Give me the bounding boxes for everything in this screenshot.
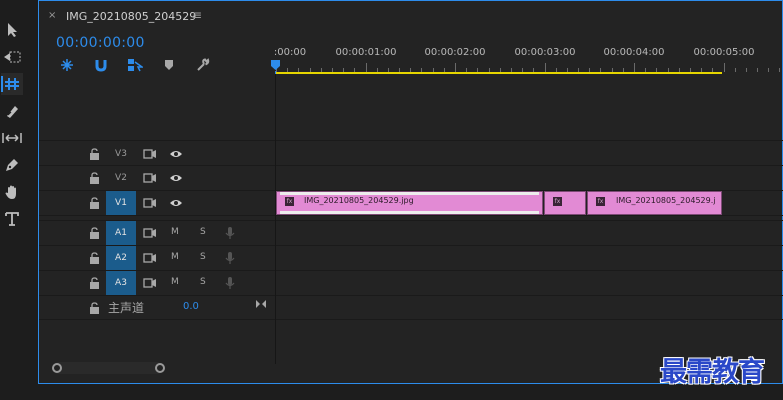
nest-toggle-button[interactable] bbox=[59, 57, 75, 73]
eye-icon[interactable] bbox=[169, 172, 183, 184]
track-row-a1: A1 M S bbox=[39, 221, 275, 245]
clip-selection-edge bbox=[280, 192, 539, 195]
track-select-icon bbox=[4, 51, 21, 63]
pen-icon bbox=[6, 159, 18, 171]
ruler-tick-label: :00:00 bbox=[273, 47, 307, 58]
ruler-tick-label: 00:00:05:00 bbox=[693, 47, 755, 58]
time-ruler[interactable] bbox=[276, 63, 783, 72]
add-marker-button[interactable] bbox=[161, 57, 177, 73]
ripple-edit-tool[interactable] bbox=[1, 73, 23, 95]
lock-icon[interactable] bbox=[89, 277, 100, 289]
tab-close-button[interactable]: × bbox=[48, 10, 56, 21]
track-row-v2: V2 bbox=[39, 166, 275, 190]
clip-name: IMG_20210805_204529.j bbox=[616, 196, 716, 205]
video-clip[interactable]: fx bbox=[544, 191, 586, 215]
track-row-a2: A2 M S bbox=[39, 246, 275, 270]
tab-sequence-title[interactable]: IMG_20210805_204529 bbox=[66, 10, 196, 23]
razor-icon bbox=[7, 106, 18, 118]
type-icon bbox=[5, 212, 19, 226]
solo-button[interactable]: S bbox=[200, 252, 206, 262]
linked-selection-icon bbox=[128, 59, 143, 72]
ruler-tick-label: 00:00:01:00 bbox=[335, 47, 397, 58]
timeline-panel: × IMG_20210805_204529 ≡ 00:00:00:00 :00:… bbox=[38, 0, 783, 384]
type-tool[interactable] bbox=[1, 208, 23, 230]
eye-icon[interactable] bbox=[169, 197, 183, 209]
sync-lock-icon[interactable] bbox=[143, 252, 157, 264]
lock-icon[interactable] bbox=[89, 252, 100, 264]
microphone-icon[interactable] bbox=[225, 251, 235, 265]
pen-tool[interactable] bbox=[1, 154, 23, 176]
snap-button[interactable] bbox=[93, 57, 109, 73]
wrench-icon bbox=[197, 58, 210, 71]
zoom-handle-right[interactable] bbox=[155, 363, 165, 373]
razor-tool[interactable] bbox=[1, 100, 23, 122]
track-row-v1: V1 bbox=[39, 191, 275, 215]
track-label-v2[interactable]: V2 bbox=[106, 166, 136, 190]
track-row-a3: A3 M S bbox=[39, 271, 275, 295]
mute-button[interactable]: M bbox=[171, 277, 179, 287]
marker-icon bbox=[165, 60, 173, 70]
clip-selection-edge bbox=[280, 211, 539, 214]
track-label-a2[interactable]: A2 bbox=[106, 246, 136, 270]
slip-icon bbox=[2, 133, 22, 143]
go-to-end-icon[interactable] bbox=[255, 299, 267, 309]
playhead-handle[interactable] bbox=[271, 60, 280, 70]
track-label-v1[interactable]: V1 bbox=[106, 191, 136, 215]
sync-lock-icon[interactable] bbox=[143, 277, 157, 289]
master-volume-value[interactable]: 0.0 bbox=[183, 301, 199, 312]
track-label-a3[interactable]: A3 bbox=[106, 271, 136, 295]
fx-badge-icon: fx bbox=[285, 197, 294, 206]
selection-icon bbox=[8, 23, 17, 37]
video-clip[interactable]: fx IMG_20210805_204529.jpg bbox=[276, 191, 543, 215]
snowflake-nest-icon bbox=[61, 59, 73, 71]
lock-icon[interactable] bbox=[89, 148, 100, 160]
playhead-timecode[interactable]: 00:00:00:00 bbox=[56, 35, 145, 51]
sync-lock-icon[interactable] bbox=[143, 172, 157, 184]
lock-icon[interactable] bbox=[89, 172, 100, 184]
mute-button[interactable]: M bbox=[171, 227, 179, 237]
magnet-icon bbox=[95, 60, 107, 72]
microphone-icon[interactable] bbox=[225, 226, 235, 240]
tab-menu-button[interactable]: ≡ bbox=[192, 8, 202, 22]
lock-icon[interactable] bbox=[89, 227, 100, 239]
fx-badge-icon: fx bbox=[596, 197, 605, 206]
zoom-handle-left[interactable] bbox=[52, 363, 62, 373]
timeline-settings-button[interactable] bbox=[195, 57, 211, 73]
master-track-label: 主声道 bbox=[108, 301, 145, 315]
track-label-a1[interactable]: A1 bbox=[106, 221, 136, 245]
mute-button[interactable]: M bbox=[171, 252, 179, 262]
microphone-icon[interactable] bbox=[225, 276, 235, 290]
ruler-tick-label: 00:00:03:00 bbox=[514, 47, 576, 58]
video-clip[interactable]: fx IMG_20210805_204529.j bbox=[587, 191, 722, 215]
solo-button[interactable]: S bbox=[200, 227, 206, 237]
track-divider bbox=[39, 319, 783, 320]
ripple-edit-icon bbox=[5, 78, 19, 90]
eye-icon[interactable] bbox=[169, 148, 183, 160]
tools-panel bbox=[0, 0, 24, 400]
fx-badge-icon: fx bbox=[553, 197, 562, 206]
tab-bar: × IMG_20210805_204529 ≡ bbox=[39, 1, 782, 31]
track-header-divider[interactable] bbox=[275, 74, 276, 364]
watermark-logo: 最需教育 bbox=[660, 357, 765, 388]
ruler-tick-label: 00:00:02:00 bbox=[424, 47, 486, 58]
ruler-tick-label: 00:00:04:00 bbox=[603, 47, 665, 58]
hand-tool[interactable] bbox=[1, 181, 23, 203]
sync-lock-icon[interactable] bbox=[143, 197, 157, 209]
selection-tool[interactable] bbox=[1, 19, 23, 41]
track-select-tool[interactable] bbox=[1, 46, 23, 68]
solo-button[interactable]: S bbox=[200, 277, 206, 287]
lock-icon[interactable] bbox=[89, 302, 100, 314]
lock-icon[interactable] bbox=[89, 197, 100, 209]
zoom-scrollbar[interactable] bbox=[53, 362, 163, 374]
sync-lock-icon[interactable] bbox=[143, 148, 157, 160]
sync-lock-icon[interactable] bbox=[143, 227, 157, 239]
slip-tool[interactable] bbox=[1, 127, 23, 149]
linked-selection-button[interactable] bbox=[127, 57, 143, 73]
work-area-bar[interactable] bbox=[276, 72, 722, 74]
clip-name: IMG_20210805_204529.jpg bbox=[304, 196, 414, 205]
hand-icon bbox=[5, 185, 16, 199]
track-label-v3[interactable]: V3 bbox=[106, 142, 136, 166]
track-row-v3: V3 bbox=[39, 142, 275, 166]
